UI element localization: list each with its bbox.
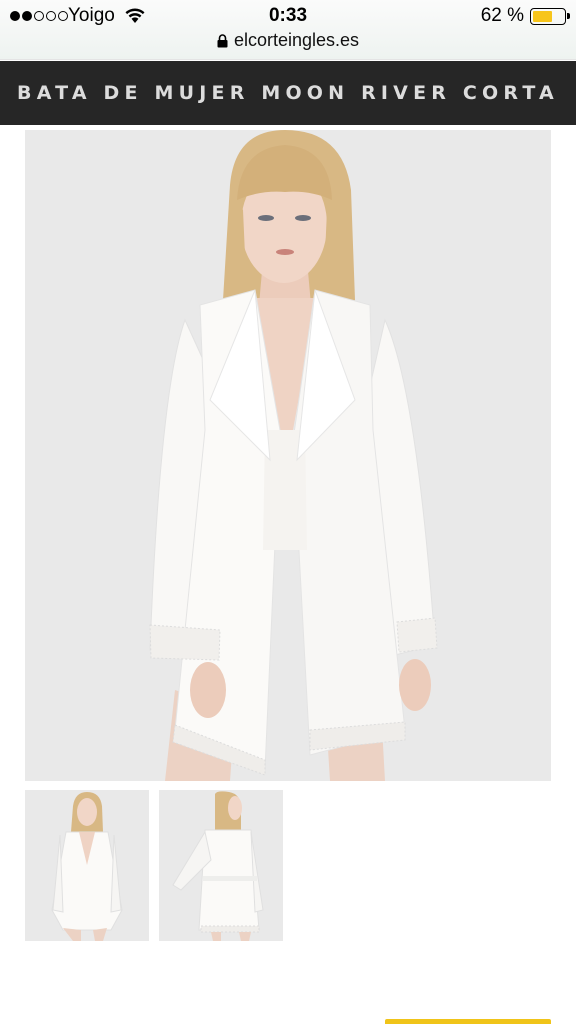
main-product-image[interactable] [25, 130, 551, 781]
battery-level [533, 11, 552, 22]
bottom-accent-bar [385, 1019, 551, 1024]
product-title: BATA DE MUJER MOON RIVER CORTA [17, 82, 559, 104]
battery-percentage: 62 % [480, 5, 524, 26]
thumbnail-back[interactable] [159, 790, 283, 941]
thumbnail-front[interactable] [25, 790, 149, 941]
product-header: BATA DE MUJER MOON RIVER CORTA [0, 61, 576, 125]
url-text: elcorteingles.es [233, 30, 360, 50]
lock-icon [217, 34, 228, 48]
address-bar[interactable]: elcorteingles.es [0, 30, 576, 51]
status-bar: Yoigo 0:33 62 % elcorteingles.es [0, 0, 576, 60]
battery-icon [530, 8, 570, 25]
